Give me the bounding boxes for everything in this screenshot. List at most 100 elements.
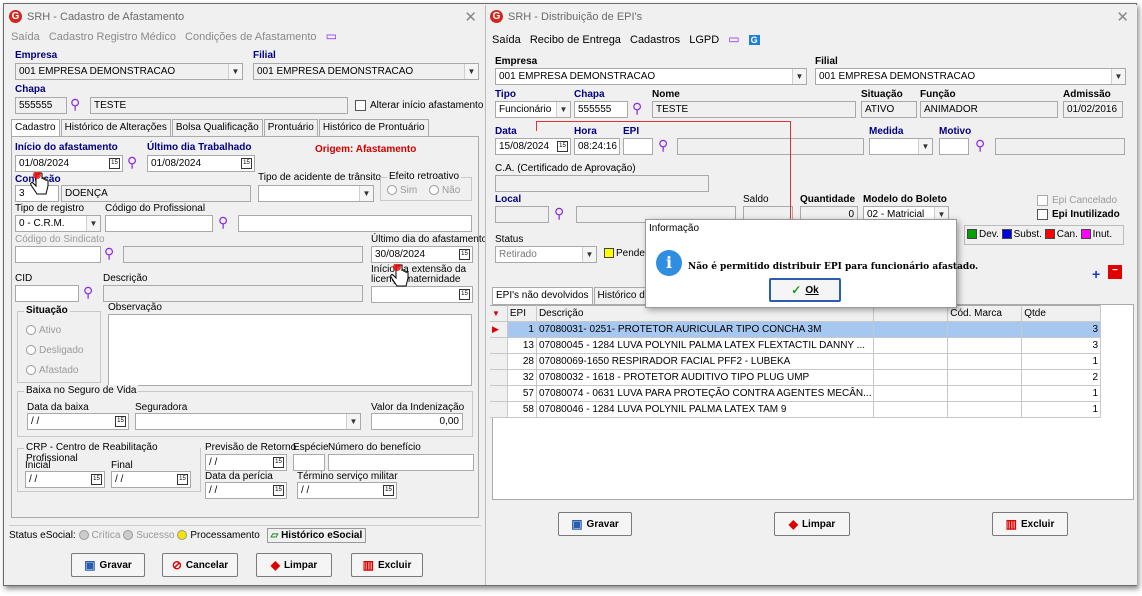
close-icon[interactable]: ✕	[464, 8, 477, 26]
calendar-icon[interactable]: 15	[459, 289, 470, 300]
calendar-icon[interactable]: 15	[115, 416, 126, 427]
calendar-icon[interactable]: 15	[273, 485, 284, 496]
tab-prontuario[interactable]: Prontuário	[263, 119, 318, 136]
valor-indenizacao-input[interactable]: 0,00	[371, 413, 463, 430]
situacao-ativo-radio[interactable]: Ativo	[26, 325, 61, 336]
search-icon[interactable]: ⚲	[104, 246, 119, 261]
calendar-icon[interactable]: 15	[91, 474, 102, 485]
codigo-profissional-input[interactable]	[105, 215, 213, 232]
filial-select[interactable]: 001 EMPRESA DEMONSTRACAO ▼	[253, 63, 479, 80]
col-cod-marca[interactable]: Cód. Marca	[947, 305, 1023, 322]
inicio-extensao-input[interactable]: 15	[371, 286, 473, 303]
table-row[interactable]: 57 07080074 - 0631 LUVA PARA PROTEÇÃO CON…	[490, 385, 1101, 402]
tab-epis-nao-devolvidos[interactable]: EPI's não devolvidos	[492, 287, 593, 304]
search-icon[interactable]: ⚲	[975, 138, 990, 153]
observacao-textarea[interactable]	[108, 314, 472, 386]
epi-cancelado-checkbox[interactable]	[1037, 195, 1048, 206]
table-row[interactable]: 32 07080032 - 1618 - PROTETOR AUDITIVO TI…	[490, 369, 1101, 386]
calendar-icon[interactable]: 15	[241, 158, 252, 169]
search-icon[interactable]: ⚲	[127, 155, 142, 170]
menu-saida[interactable]: Saída	[492, 34, 521, 46]
search-icon[interactable]: ⚲	[554, 206, 569, 221]
calendar-icon[interactable]: 15	[459, 249, 470, 260]
epi-inutilizado-checkbox[interactable]	[1037, 209, 1048, 220]
chat-icon[interactable]: ▭	[326, 29, 337, 43]
chapa-input[interactable]: 555555	[15, 97, 67, 114]
ultimo-trabalhado-input[interactable]: 01/08/2024 15	[147, 155, 255, 172]
calendar-icon[interactable]: 15	[109, 158, 120, 169]
motivo-input[interactable]	[939, 138, 969, 155]
tipo-acidente-select[interactable]: ▼	[258, 185, 374, 202]
menu-saida[interactable]: Saída	[11, 31, 40, 43]
status-select[interactable]: Retirado ▼	[495, 246, 597, 263]
tipo-registro-select[interactable]: 0 - C.R.M. ▼	[15, 215, 101, 232]
tab-historico-prontuario[interactable]: Histórico de Prontuário	[318, 119, 429, 136]
close-icon[interactable]: ✕	[1116, 8, 1129, 26]
g-icon[interactable]: G	[748, 35, 760, 45]
local-input[interactable]	[495, 206, 549, 223]
search-icon[interactable]: ⚲	[70, 97, 85, 112]
chat-icon[interactable]: ▭	[728, 32, 739, 46]
empresa-select[interactable]: 001 EMPRESA DEMONSTRACAO ▼	[15, 63, 243, 80]
situacao-desligado-radio[interactable]: Desligado	[26, 345, 83, 356]
codigo-sindicato-input[interactable]	[15, 246, 101, 263]
table-row[interactable]: 13 07080045 - 1284 LUVA POLYNIL PALMA LAT…	[490, 337, 1101, 354]
gravar-button[interactable]: ▣ Gravar	[558, 512, 632, 536]
efeito-sim-radio[interactable]: Sim	[387, 185, 417, 196]
add-icon[interactable]: +	[1092, 266, 1100, 282]
cid-input[interactable]	[15, 285, 79, 302]
tab-cadastro[interactable]: Cadastro	[11, 119, 60, 136]
epi-input[interactable]	[623, 138, 653, 155]
calendar-icon[interactable]: 15	[383, 485, 394, 496]
remove-icon[interactable]: −	[1108, 265, 1122, 279]
data-baixa-input[interactable]: / /15	[27, 413, 129, 430]
medida-select[interactable]: ▼	[869, 138, 933, 155]
search-icon[interactable]: ⚲	[218, 215, 233, 230]
seguradora-select[interactable]: ▼	[135, 413, 361, 430]
filial-select[interactable]: 001 EMPRESA DEMONSTRACAO ▼	[815, 68, 1126, 85]
col-qtde[interactable]: Qtde	[1021, 305, 1101, 322]
ultimo-afastamento-input[interactable]: 30/08/2024 15	[371, 246, 473, 263]
excluir-button[interactable]: ▥ Excluir	[351, 553, 423, 577]
calendar-icon[interactable]: 15	[273, 457, 284, 468]
historico-esocial-button[interactable]: ▱ Histórico eSocial	[266, 528, 367, 543]
search-icon[interactable]: ⚲	[658, 138, 673, 153]
efeito-nao-radio[interactable]: Não	[429, 185, 460, 196]
calendar-icon[interactable]: 15	[557, 141, 568, 152]
table-row[interactable]: 28 07080069-1650 RESPIRADOR FACIAL PFF2 -…	[490, 353, 1101, 370]
search-icon[interactable]: ⚲	[83, 285, 98, 300]
menu-cadastros[interactable]: Cadastros	[630, 34, 680, 46]
tab-bolsa-qualificacao[interactable]: Bolsa Qualificação	[171, 119, 263, 136]
data-input[interactable]: 15/08/2024 15	[495, 138, 571, 155]
calendar-icon[interactable]: 15	[177, 474, 188, 485]
cancelar-button[interactable]: ⊘ Cancelar	[162, 553, 238, 577]
especie-input[interactable]	[293, 454, 325, 471]
excluir-button[interactable]: ▥ Excluir	[992, 512, 1068, 536]
numero-beneficio-input[interactable]	[328, 454, 474, 471]
termino-servico-input[interactable]: / /15	[297, 482, 397, 499]
search-icon[interactable]: ⚲	[632, 101, 647, 116]
limpar-button[interactable]: ◆ Limpar	[256, 553, 332, 577]
menu-lgpd[interactable]: LGPD	[689, 34, 719, 46]
gravar-button[interactable]: ▣ Gravar	[71, 553, 145, 577]
tab-historico-alteracoes[interactable]: Histórico de Alterações	[60, 119, 171, 136]
menu-condicoes-afastamento[interactable]: Condições de Afastamento	[185, 31, 316, 43]
data-pericia-input[interactable]: / /15	[205, 482, 287, 499]
table-row[interactable]: ▶ 1 07080031- 0251- PROTETOR AURICULAR TIP…	[490, 321, 1101, 338]
table-row[interactable]: 58 07080046 - 1284 LUVA POLYNIL PALMA LAT…	[490, 401, 1101, 418]
tipo-select[interactable]: Funcionário ▼	[495, 101, 571, 118]
empresa-select[interactable]: 001 EMPRESA DEMONSTRACAO ▼	[495, 68, 807, 85]
menu-cadastro-registro-medico[interactable]: Cadastro Registro Médico	[49, 31, 176, 43]
previsao-retorno-input[interactable]: / /15	[205, 454, 287, 471]
col-epi[interactable]: EPI	[507, 305, 537, 322]
crp-final-input[interactable]: / /15	[111, 471, 191, 488]
crp-inicial-input[interactable]: / /15	[25, 471, 105, 488]
situacao-afastado-radio[interactable]: Afastado	[26, 365, 78, 376]
ok-button[interactable]: ✓ Ok	[769, 278, 841, 302]
alterar-inicio-checkbox[interactable]	[355, 100, 366, 111]
hora-input[interactable]: 08:24:16	[574, 138, 620, 155]
chapa-input[interactable]: 555555	[574, 101, 628, 118]
inicio-afastamento-input[interactable]: 01/08/2024 15	[15, 155, 123, 172]
limpar-button[interactable]: ◆ Limpar	[774, 512, 850, 536]
menu-recibo-entrega[interactable]: Recibo de Entrega	[530, 34, 621, 46]
